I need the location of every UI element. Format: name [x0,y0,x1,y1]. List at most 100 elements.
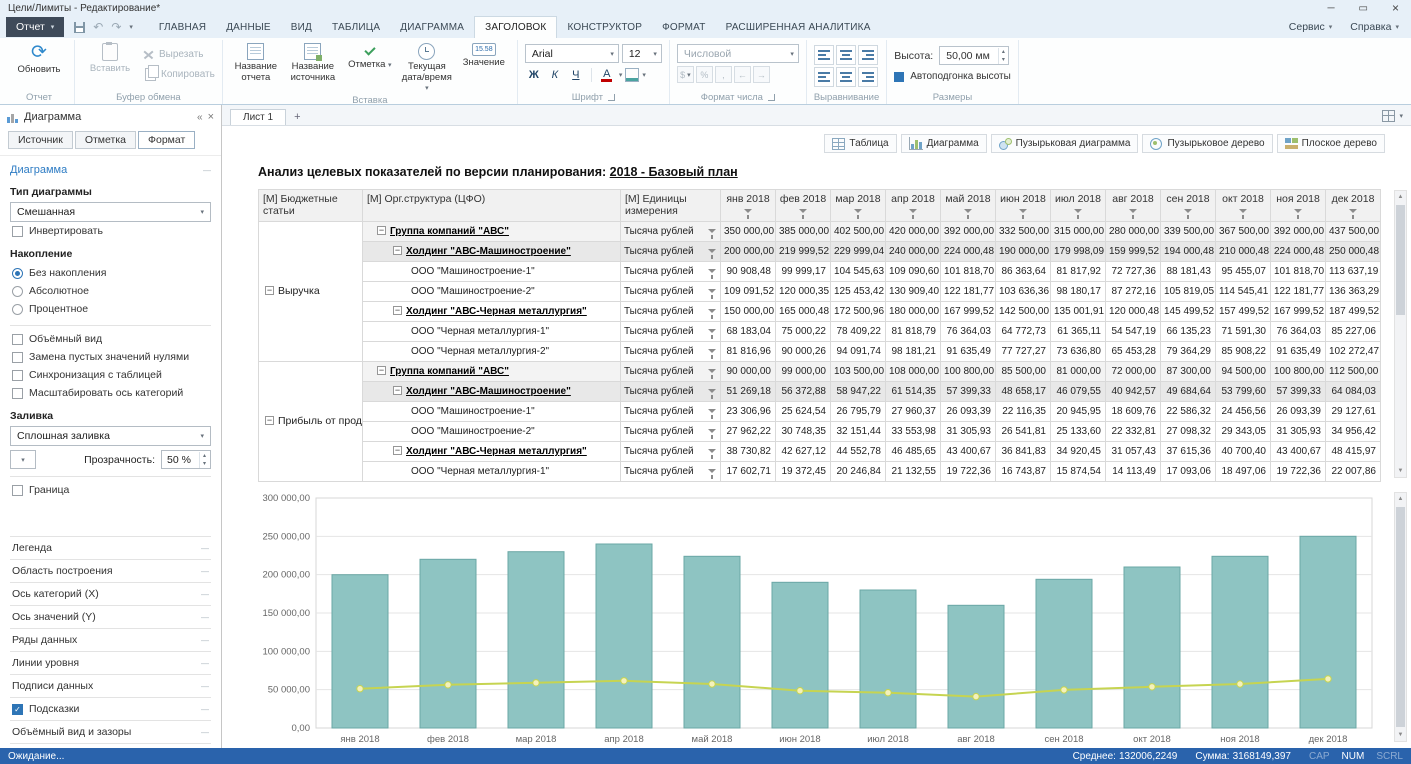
report-name-button[interactable]: Название отчета [230,41,282,83]
ribbon-tab-ТАБЛИЦА[interactable]: ТАБЛИЦА [322,16,390,38]
line-point[interactable] [1237,681,1243,687]
value-cell[interactable]: 99 999,17 [776,262,831,282]
paste-button[interactable]: Вставить [82,41,138,75]
value-cell[interactable]: 34 920,45 [1051,442,1106,462]
chevron-down-icon[interactable]: ▾ [642,71,646,79]
value-cell[interactable]: 65 453,28 [1106,342,1161,362]
value-cell[interactable]: 142 500,00 [996,302,1051,322]
value-cell[interactable]: 103 500,00 [831,362,886,382]
option-checkbox[interactable]: Объёмный вид [10,330,211,348]
value-cell[interactable]: 145 499,52 [1161,302,1216,322]
month-header[interactable]: авг 2018 [1106,190,1161,222]
value-cell[interactable]: 125 453,42 [831,282,886,302]
line-point[interactable] [1061,687,1067,693]
value-cell[interactable]: 339 500,00 [1161,222,1216,242]
ribbon-tab-ДИАГРАММА[interactable]: ДИАГРАММА [390,16,474,38]
view-button-bubble-tree[interactable]: Пузырьковое дерево [1142,134,1272,153]
filter-icon[interactable] [1239,209,1247,213]
chart-type-select[interactable]: Смешанная ▾ [10,202,211,222]
value-cell[interactable]: 16 743,87 [996,462,1051,482]
value-cell[interactable]: 18 609,76 [1106,402,1161,422]
value-cell[interactable]: 26 093,39 [1271,402,1326,422]
value-cell[interactable]: 85 908,22 [1216,342,1271,362]
bar[interactable] [420,559,476,728]
month-header[interactable]: сен 2018 [1161,190,1216,222]
chevron-down-icon[interactable]: ▾ [619,71,623,79]
value-cell[interactable]: 112 500,00 [1326,362,1381,382]
value-cell[interactable]: 402 500,00 [831,222,886,242]
value-cell[interactable]: 229 999,04 [831,242,886,262]
chevron-down-icon[interactable]: ▾ [129,23,133,31]
value-cell[interactable]: 26 541,81 [996,422,1051,442]
panel-tab-Отметка[interactable]: Отметка [75,131,136,149]
value-cell[interactable]: 385 000,00 [776,222,831,242]
value-cell[interactable]: 77 727,27 [996,342,1051,362]
report-menu-button[interactable]: Отчет ▾ [6,17,64,37]
value-cell[interactable]: 420 000,00 [886,222,941,242]
value-cell[interactable]: 37 615,36 [1161,442,1216,462]
value-cell[interactable]: 40 942,57 [1106,382,1161,402]
filter-icon[interactable] [708,429,716,433]
sheet-tab[interactable]: Лист 1 [230,109,286,125]
value-cell[interactable]: 90 000,26 [776,342,831,362]
org-cell[interactable]: ООО "Машиностроение-2" [363,282,621,302]
value-cell[interactable]: 102 272,47 [1326,342,1381,362]
org-cell[interactable]: ООО "Машиностроение-1" [363,262,621,282]
value-cell[interactable]: 33 553,98 [886,422,941,442]
currency-button[interactable]: $ ▾ [677,66,694,83]
value-cell[interactable]: 71 591,30 [1216,322,1271,342]
chevron-down-icon[interactable]: ▾ [1399,112,1403,120]
value-cell[interactable]: 61 514,35 [886,382,941,402]
value-cell[interactable]: 200 000,00 [721,242,776,262]
bold-button[interactable]: Ж [525,66,543,84]
view-button-flat-tree[interactable]: Плоское дерево [1277,134,1385,153]
line-point[interactable] [1325,676,1331,682]
undo-button[interactable]: ↶ [93,20,103,34]
autofit-checkbox[interactable] [894,72,904,82]
value-cell[interactable]: 19 722,36 [941,462,996,482]
value-cell[interactable]: 100 800,00 [941,362,996,382]
mark-button[interactable]: Отметка ▾ [344,41,396,72]
scroll-up-icon[interactable]: ▲ [1398,493,1404,505]
filter-icon[interactable] [799,209,807,213]
value-cell[interactable]: 85 227,06 [1326,322,1381,342]
value-cell[interactable]: 81 816,96 [721,342,776,362]
value-cell[interactable]: 72 000,00 [1106,362,1161,382]
line-point[interactable] [445,682,451,688]
add-sheet-button[interactable]: + [288,109,306,125]
value-cell[interactable]: 48 415,97 [1326,442,1381,462]
stacking-option[interactable]: Процентное [10,300,211,318]
value-cell[interactable]: 91 635,49 [941,342,996,362]
value-cell[interactable]: 46 485,65 [886,442,941,462]
value-cell[interactable]: 98 180,17 [1051,282,1106,302]
value-cell[interactable]: 30 748,35 [776,422,831,442]
value-cell[interactable]: 86 363,64 [996,262,1051,282]
line-point[interactable] [885,690,891,696]
ribbon-tab-ФОРМАТ[interactable]: ФОРМАТ [652,16,715,38]
value-cell[interactable]: 85 500,00 [996,362,1051,382]
org-cell[interactable]: −Холдинг "АВС-Машиностроение" [363,382,621,402]
combo-chart[interactable]: 0,0050 000,00100 000,00150 000,00200 000… [258,492,1380,748]
spinner-arrows[interactable]: ▴▾ [998,48,1008,64]
month-header[interactable]: май 2018 [941,190,996,222]
column-header[interactable]: [М] Бюджетные статьи [259,190,363,222]
value-cell[interactable]: 79 364,29 [1161,342,1216,362]
chart-area[interactable]: 0,0050 000,00100 000,00150 000,00200 000… [258,492,1385,748]
value-cell[interactable]: 57 399,33 [941,382,996,402]
ribbon-tab-ВИД[interactable]: ВИД [281,16,322,38]
percent-button[interactable]: % [696,66,713,83]
value-cell[interactable]: 224 000,48 [1271,242,1326,262]
unit-cell[interactable]: Тысяча рублей [621,342,721,362]
value-cell[interactable]: 190 000,00 [996,242,1051,262]
number-format-select[interactable]: Числовой▾ [677,44,799,63]
value-cell[interactable]: 104 545,63 [831,262,886,282]
filter-icon[interactable] [1129,209,1137,213]
line-point[interactable] [709,681,715,687]
close-button[interactable]: × [1392,1,1399,15]
value-cell[interactable]: 31 057,43 [1106,442,1161,462]
bar[interactable] [1124,567,1180,728]
value-cell[interactable]: 95 455,07 [1216,262,1271,282]
filter-icon[interactable] [1349,209,1357,213]
value-cell[interactable]: 332 500,00 [996,222,1051,242]
filter-icon[interactable] [708,289,716,293]
